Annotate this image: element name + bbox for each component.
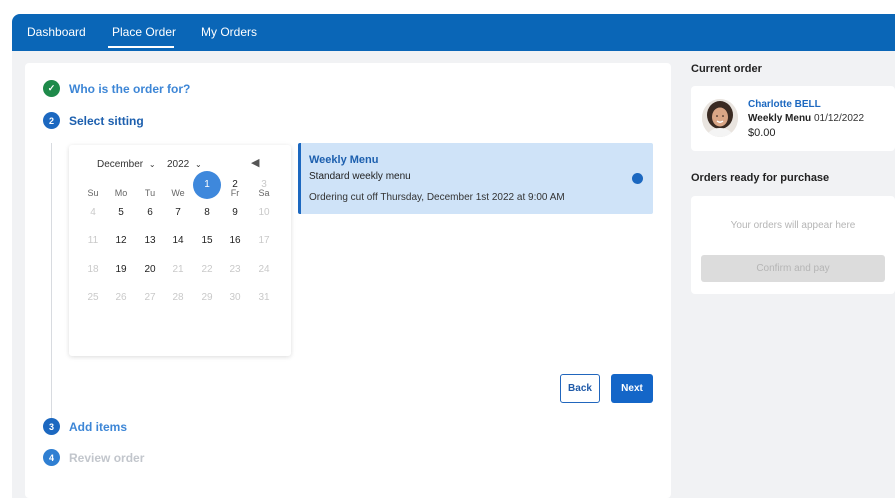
calendar-day[interactable]: 6 [138,201,162,225]
calendar-day: 24 [258,264,270,275]
calendar-day: 4 [90,207,96,218]
year-value: 2022 [167,159,190,170]
order-menu-name: Weekly Menu [748,113,812,124]
step-number-2: 2 [43,112,60,129]
calendar-day[interactable]: 16 [223,229,247,253]
chevron-down-icon: ⌄ [195,160,202,169]
month-select[interactable]: December ⌄ [97,159,156,170]
confirm-and-pay-button[interactable]: Confirm and pay [701,255,885,282]
calendar-day: 28 [172,292,184,303]
empty-orders-message: Your orders will appear here [730,220,856,231]
radio-selected-icon[interactable] [632,173,643,184]
calendar-day[interactable]: 13 [138,229,162,253]
calendar-day: 27 [144,292,156,303]
current-order-heading: Current order [691,63,762,75]
next-button[interactable]: Next [611,374,653,403]
chevron-down-icon: ⌄ [148,160,156,169]
active-tab-indicator [108,46,174,48]
year-select[interactable]: 2022 ⌄ [167,159,202,170]
person-avatar-icon [702,99,738,137]
customer-name[interactable]: Charlotte BELL [748,99,821,110]
orders-ready-card: Your orders will appear here Confirm and… [691,196,895,294]
calendar-day: 25 [87,292,99,303]
calendar-day: 26 [115,292,127,303]
previous-month-icon[interactable]: ◀ [251,156,259,169]
calendar-day-selected[interactable]: 1 [193,171,221,199]
orders-ready-heading: Orders ready for purchase [691,172,830,184]
calendar-day: 30 [229,292,241,303]
calendar-day: 31 [258,292,270,303]
check-icon: ✓ [43,80,60,97]
calendar-day[interactable]: 2 [223,173,247,197]
calendar-day[interactable]: 19 [109,258,133,282]
step-review-order: 4 Review order [43,449,144,466]
sitting-subtitle: Standard weekly menu [309,171,411,182]
calendar-day[interactable]: 7 [166,201,190,225]
step-number-4: 4 [43,449,60,466]
calendar-day: 3 [261,179,267,190]
sitting-cutoff: Ordering cut off Thursday, December 1st … [309,192,565,203]
step-number-3: 3 [43,418,60,435]
calendar-day[interactable]: 12 [109,229,133,253]
date-picker: December ⌄ 2022 ⌄ ◀ SuMoTuWeThFrSa123456… [69,145,291,356]
sitting-option-weekly-menu[interactable]: Weekly Menu Standard weekly menu Orderin… [298,143,653,214]
calendar-day[interactable]: 15 [195,229,219,253]
weekday-header: Tu [144,188,156,198]
current-order-card: Charlotte BELL Weekly Menu 01/12/2022 $0… [691,86,895,151]
avatar [702,99,738,137]
calendar-day[interactable]: 14 [166,229,190,253]
calendar-day: 10 [258,207,270,218]
calendar-day[interactable]: 20 [138,258,162,282]
calendar-day: 21 [172,264,184,275]
weekday-header: We [171,188,185,198]
calendar-day: 22 [201,264,213,275]
step-select-sitting-label: Select sitting [69,113,144,128]
calendar-day: 11 [87,235,99,246]
calendar-day: 23 [229,264,241,275]
nav-dashboard[interactable]: Dashboard [27,25,86,39]
calendar-day: 17 [258,235,270,246]
calendar-day: 18 [87,264,99,275]
step-add-items[interactable]: 3 Add items [43,418,127,435]
back-button[interactable]: Back [560,374,600,403]
step-who-label: Who is the order for? [69,81,191,96]
step-add-items-label: Add items [69,419,128,434]
step-who[interactable]: ✓ Who is the order for? [43,80,190,97]
order-wizard-panel: ✓ Who is the order for? 2 Select sitting… [25,63,671,498]
step-review-order-label: Review order [69,450,145,465]
weekday-header: Su [87,188,99,198]
order-menu-line: Weekly Menu 01/12/2022 [748,113,864,124]
nav-my-orders[interactable]: My Orders [201,25,257,39]
calendar-day[interactable]: 9 [223,201,247,225]
top-navigation-bar: Dashboard Place Order My Orders [12,14,895,51]
nav-place-order[interactable]: Place Order [112,25,176,39]
app-window: Dashboard Place Order My Orders ✓ Who is… [12,14,895,498]
step-connector [51,143,52,420]
calendar-day[interactable]: 5 [109,201,133,225]
weekday-header: Mo [114,188,128,198]
order-price: $0.00 [748,127,776,139]
calendar-day[interactable]: 8 [195,201,219,225]
step-select-sitting[interactable]: 2 Select sitting [43,112,144,129]
month-value: December [97,159,144,170]
order-date: 01/12/2022 [813,113,865,124]
sitting-title: Weekly Menu [309,154,379,166]
calendar-day: 29 [201,292,213,303]
